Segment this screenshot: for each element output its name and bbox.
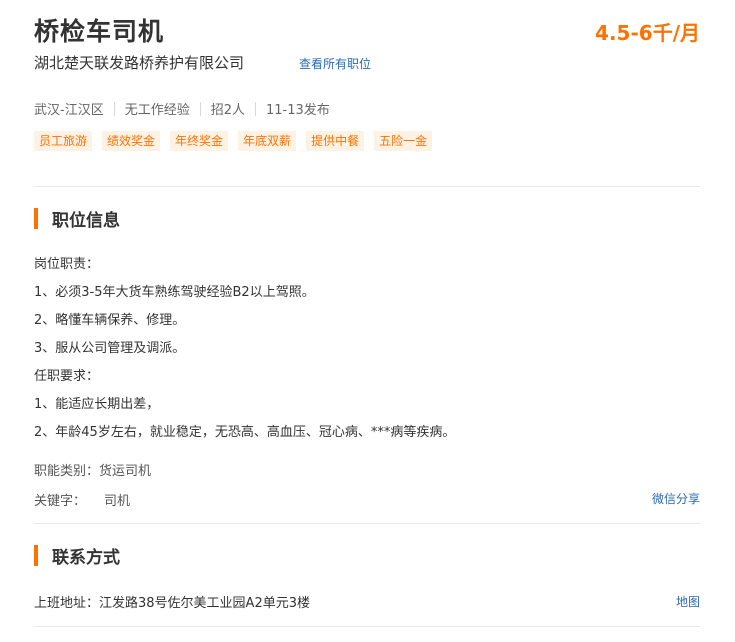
- address-value: 江发路38号佐尔美工业园A2单元3楼: [99, 596, 310, 611]
- headcount: 招2人: [210, 103, 245, 118]
- section-title: 联系方式: [52, 548, 120, 568]
- view-all-jobs-link[interactable]: 查看所有职位: [299, 55, 371, 72]
- description-line: 1、必须3-5年大货车熟练驾驶经验B2以上驾照。: [34, 285, 315, 300]
- description-line: 2、年龄45岁左右，就业稳定，无恐高、高血压、冠心病、***病等疾病。: [34, 425, 456, 440]
- requirement-heading: 任职要求：: [34, 369, 100, 384]
- meta-divider: [113, 101, 115, 116]
- meta-divider: [255, 101, 256, 116]
- company-name[interactable]: 湖北楚天联发路桥养护有限公司: [34, 52, 244, 73]
- publish-date: 11-13发布: [266, 103, 330, 118]
- contact-header: 联系方式: [34, 543, 120, 568]
- experience: 无工作经验: [124, 103, 190, 118]
- benefit-tags: 员工旅游 绩效奖金 年终奖金 年底双薪 提供中餐 五险一金: [34, 131, 433, 151]
- benefit-tag: 员工旅游: [34, 131, 93, 151]
- job-category: 职能类别：货运司机: [34, 460, 151, 479]
- benefit-tag: 年终奖金: [170, 131, 229, 151]
- map-link[interactable]: 地图: [676, 593, 700, 610]
- section-divider: [34, 523, 700, 524]
- position-info-header: 职位信息: [34, 206, 120, 231]
- meta-divider: [199, 101, 201, 116]
- benefit-tag: 提供中餐: [306, 131, 365, 151]
- section-divider: [34, 186, 700, 187]
- section-accent-bar: [34, 545, 38, 566]
- category-label: 职能类别：: [34, 464, 100, 479]
- description-line: 2、略懂车辆保养、修理。: [34, 313, 186, 328]
- section-title: 职位信息: [52, 211, 120, 231]
- location: 武汉-江汉区: [34, 103, 104, 118]
- address-label: 上班地址：: [34, 596, 100, 611]
- salary: 4.5-6千/月: [595, 21, 700, 45]
- keyword-label: 关键字：: [34, 494, 87, 509]
- benefit-tag: 绩效奖金: [102, 131, 161, 151]
- section-accent-bar: [34, 208, 38, 229]
- work-address: 上班地址：江发路38号佐尔美工业园A2单元3楼: [34, 592, 310, 611]
- category-value[interactable]: 货运司机: [99, 464, 151, 479]
- duty-heading: 岗位职责：: [34, 257, 100, 272]
- wechat-share-link[interactable]: 微信分享: [652, 490, 700, 507]
- job-meta: 武汉-江汉区 无工作经验 招2人 11-13发布: [34, 99, 330, 118]
- benefit-tag: 五险一金: [374, 131, 433, 151]
- benefit-tag: 年底双薪: [238, 131, 297, 151]
- keywords: 关键字： 司机: [34, 490, 130, 509]
- job-title: 桥检车司机: [34, 17, 165, 46]
- description-line: 1、能适应长期出差，: [34, 397, 160, 412]
- keyword-value[interactable]: 司机: [104, 494, 130, 509]
- section-divider: [34, 626, 700, 627]
- description-line: 3、服从公司管理及调派。: [34, 341, 186, 356]
